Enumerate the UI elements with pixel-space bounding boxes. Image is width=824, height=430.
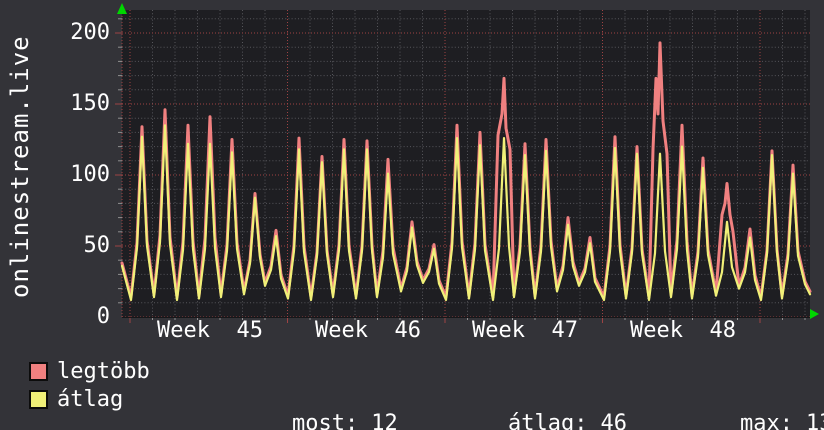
y-axis-label-0: 0 [96,304,110,329]
legend-swatch-atlag [29,390,48,409]
stat-max-value: 135 [805,411,824,430]
rrd-graph-window: onlinestream.live 0 50 100 150 200 Week … [0,0,824,430]
stat-most-value: 12 [371,411,398,430]
x-axis-label-week-47: Week 47 [472,318,578,343]
stat-atlag: átlag: 46 [455,388,627,430]
y-axis-label-200: 200 [70,20,110,45]
y-axis-label-50: 50 [83,233,111,258]
x-axis-label-week-45: Week 45 [157,318,263,343]
y-axis-label-100: 100 [70,162,110,187]
legend-swatch-legtobb [29,362,48,381]
x-axis-arrow-icon [810,309,819,319]
stat-most: most: 12 [239,388,398,430]
y-axis-label-150: 150 [70,91,110,116]
legend-label-legtobb: legtöbb [57,359,150,384]
x-axis-label-week-48: Week 48 [630,318,736,343]
stat-atlag-label: átlag: [507,411,588,430]
legend-label-atlag: átlag [57,387,124,412]
stat-most-label: most: [291,411,359,430]
stat-max-label: max: [739,411,793,430]
stat-atlag-value: 46 [600,411,627,430]
stat-max: max: 135 [687,388,824,430]
y-axis-arrow-icon [117,3,127,14]
chart-plot-area [115,3,819,323]
x-axis-label-week-46: Week 46 [315,318,421,343]
